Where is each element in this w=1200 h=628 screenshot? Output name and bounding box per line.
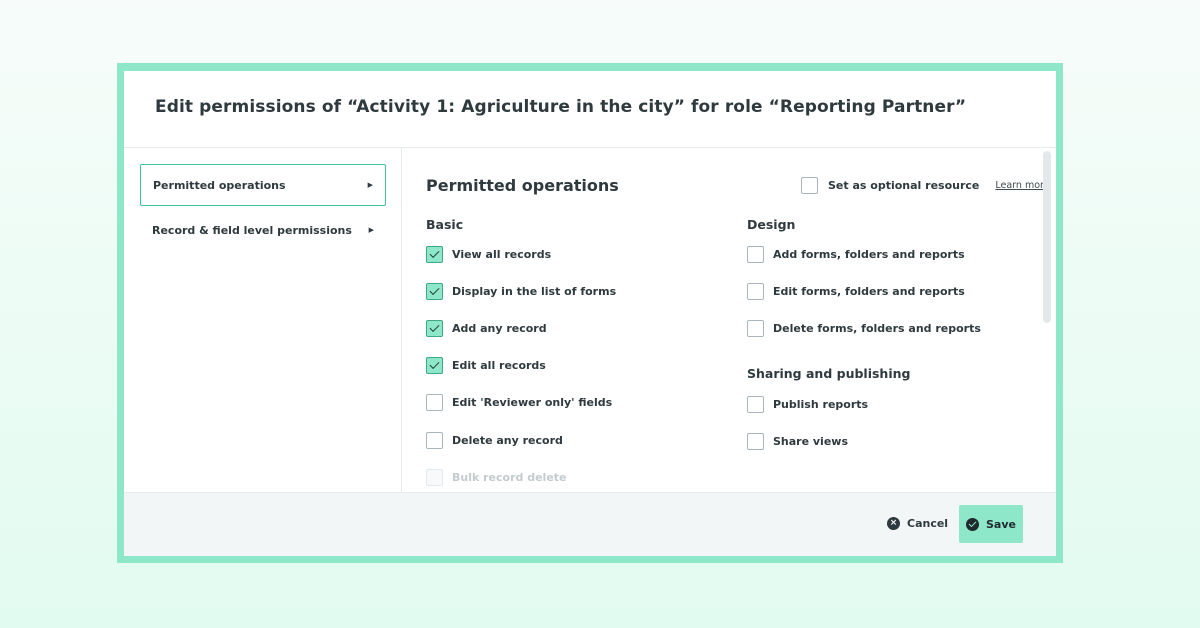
check-circle-icon	[966, 517, 979, 531]
option-edit-reviewer-fields[interactable]: Edit 'Reviewer only' fields	[426, 394, 612, 411]
option-publish-reports[interactable]: Publish reports	[747, 396, 868, 413]
option-share-views[interactable]: Share views	[747, 433, 848, 450]
checkbox[interactable]	[747, 320, 764, 337]
dialog-footer: × Cancel Save	[124, 492, 1056, 556]
cancel-label: Cancel	[907, 517, 949, 530]
sidebar: Permitted operations ▶ Record & field le…	[124, 148, 402, 492]
option-view-all-records[interactable]: View all records	[426, 246, 551, 263]
close-icon: ×	[887, 517, 900, 530]
option-label: Edit forms, folders and reports	[773, 285, 965, 298]
checkbox[interactable]	[426, 432, 443, 449]
option-delete-forms[interactable]: Delete forms, folders and reports	[747, 320, 981, 337]
checkbox[interactable]	[426, 246, 443, 263]
option-delete-any-record[interactable]: Delete any record	[426, 432, 563, 449]
option-label: Share views	[773, 435, 849, 448]
checkbox[interactable]	[426, 320, 443, 337]
optional-resource-row: Set as optional resource Learn more	[801, 177, 1050, 194]
dialog-frame: Edit permissions of “Activity 1: Agricul…	[117, 63, 1063, 563]
option-label: Bulk record delete	[452, 471, 567, 484]
sidebar-item-permitted-operations[interactable]: Permitted operations ▶	[140, 164, 386, 206]
cancel-button[interactable]: × Cancel	[887, 517, 948, 530]
optional-resource-checkbox[interactable]	[801, 177, 818, 194]
sidebar-item-label: Record & field level permissions	[152, 223, 352, 237]
scrollbar[interactable]	[1043, 151, 1051, 323]
checkbox	[426, 469, 443, 486]
permissions-dialog: Edit permissions of “Activity 1: Agricul…	[124, 71, 1056, 556]
option-label: Display in the list of forms	[452, 285, 617, 298]
option-label: Edit all records	[452, 359, 546, 372]
option-label: Add forms, folders and reports	[773, 248, 965, 261]
checkbox[interactable]	[747, 433, 764, 450]
content-panel: Permitted operations Set as optional res…	[403, 148, 1056, 492]
optional-resource-label: Set as optional resource	[828, 179, 980, 192]
group-title-basic: Basic	[426, 217, 464, 232]
checkbox[interactable]	[426, 357, 443, 374]
checkbox[interactable]	[747, 283, 764, 300]
option-label: Publish reports	[773, 398, 869, 411]
dialog-title: Edit permissions of “Activity 1: Agricul…	[155, 97, 967, 117]
option-add-forms[interactable]: Add forms, folders and reports	[747, 246, 965, 263]
chevron-right-icon: ▶	[367, 181, 373, 189]
option-label: View all records	[452, 248, 552, 261]
option-label: Edit 'Reviewer only' fields	[452, 396, 613, 409]
option-label: Add any record	[452, 322, 547, 335]
checkbox[interactable]	[426, 283, 443, 300]
group-title-design: Design	[747, 217, 796, 232]
option-edit-forms[interactable]: Edit forms, folders and reports	[747, 283, 965, 300]
checkbox[interactable]	[747, 396, 764, 413]
option-bulk-record-delete: Bulk record delete	[426, 469, 567, 486]
learn-more-link[interactable]: Learn more	[995, 180, 1049, 191]
option-label: Delete any record	[452, 434, 563, 447]
checkbox[interactable]	[747, 246, 764, 263]
save-button[interactable]: Save	[959, 505, 1023, 543]
option-add-any-record[interactable]: Add any record	[426, 320, 547, 337]
group-title-sharing: Sharing and publishing	[747, 366, 911, 381]
option-edit-all-records[interactable]: Edit all records	[426, 357, 546, 374]
sidebar-item-record-field-permissions[interactable]: Record & field level permissions ▶	[140, 209, 386, 251]
section-title: Permitted operations	[426, 176, 619, 195]
option-display-in-list[interactable]: Display in the list of forms	[426, 283, 616, 300]
save-label: Save	[986, 517, 1016, 531]
chevron-right-icon: ▶	[368, 226, 374, 234]
sidebar-item-label: Permitted operations	[153, 178, 286, 192]
option-label: Delete forms, folders and reports	[773, 322, 981, 335]
checkbox[interactable]	[426, 394, 443, 411]
